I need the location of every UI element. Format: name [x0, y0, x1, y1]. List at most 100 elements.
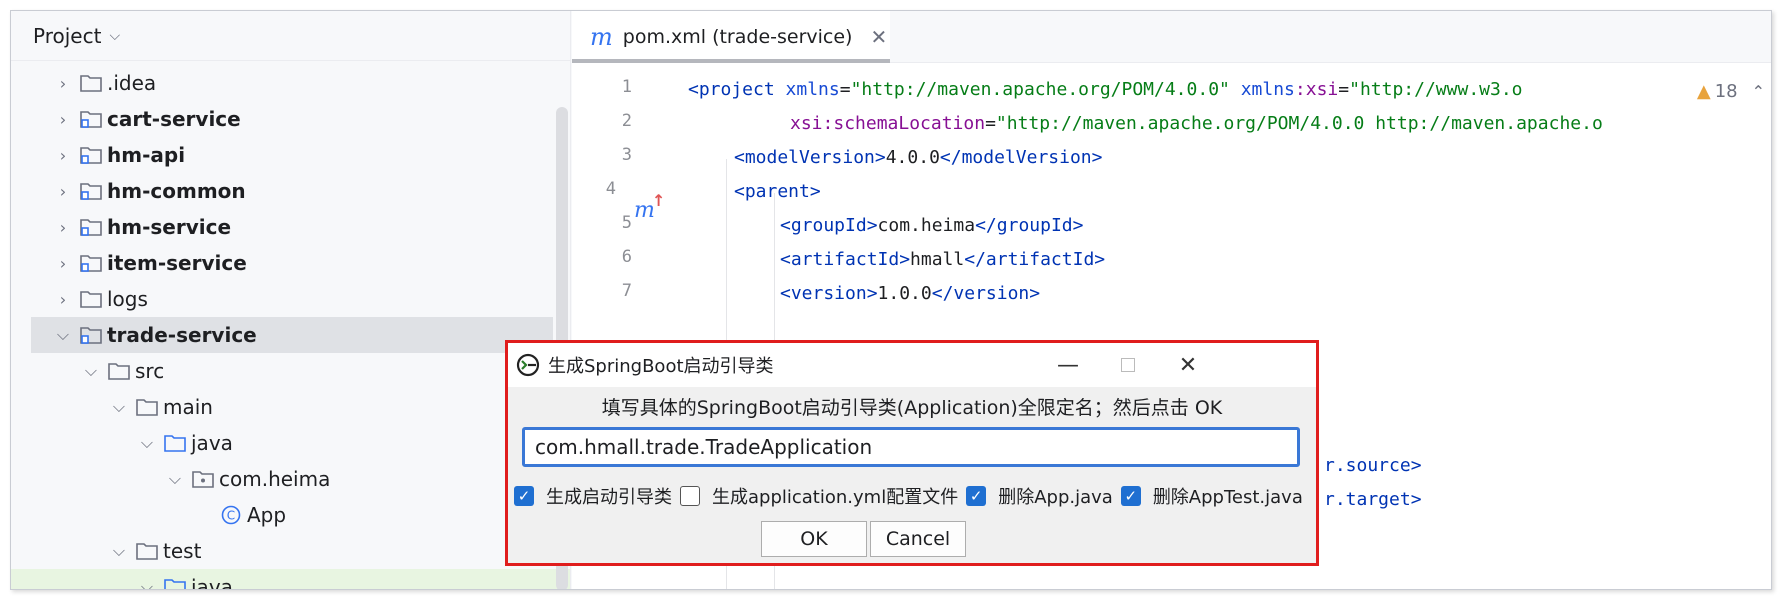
- tree-item-label: src: [135, 359, 165, 383]
- source-folder-icon: [163, 576, 187, 589]
- module-folder-icon: [79, 108, 103, 130]
- line-number: 4: [605, 179, 616, 199]
- maximize-button[interactable]: [1098, 343, 1158, 387]
- chevron-down-icon[interactable]: ⌵: [109, 541, 129, 561]
- tree-item[interactable]: ⌵ main: [11, 389, 561, 425]
- tree-item-label: hm-common: [107, 179, 246, 203]
- tree-item-label: hm-service: [107, 215, 232, 239]
- code-line-fragment: r.source>: [1324, 455, 1422, 476]
- tree-item[interactable]: › cart-service: [11, 101, 561, 137]
- inspection-widget[interactable]: ▲ 18 ⌃: [1686, 81, 1765, 102]
- folder-icon: [135, 396, 159, 418]
- folder-icon: [79, 72, 103, 94]
- tree-item[interactable]: ⌵ trade-service: [31, 317, 553, 353]
- cancel-button[interactable]: Cancel: [870, 521, 966, 557]
- chevron-right-icon[interactable]: ›: [53, 290, 73, 309]
- tree-item[interactable]: › .idea: [11, 65, 561, 101]
- close-icon[interactable]: ✕: [870, 25, 887, 49]
- tree-item-label: logs: [107, 287, 148, 311]
- chevron-right-icon[interactable]: ›: [53, 182, 73, 201]
- code-line-3: <modelVersion>4.0.0</modelVersion>: [734, 147, 1103, 168]
- java-class-icon: C: [219, 504, 243, 526]
- chevron-right-icon[interactable]: ›: [53, 146, 73, 165]
- code-line-fragment: r.target>: [1324, 489, 1422, 510]
- module-folder-icon: [79, 324, 103, 346]
- tree-item[interactable]: ⌵ com.heima: [11, 461, 561, 497]
- tree-item[interactable]: › logs: [11, 281, 561, 317]
- chevron-down-icon[interactable]: ⌵: [137, 577, 157, 589]
- ok-button[interactable]: OK: [761, 521, 867, 557]
- checkbox-checked[interactable]: ✓: [1120, 486, 1141, 506]
- editor-tabbar: m pom.xml (trade-service) ✕: [572, 11, 1771, 63]
- project-panel: Project ⌵ › .idea › cart-service › hm-api › hm-…: [11, 11, 571, 590]
- project-panel-title: Project: [33, 23, 102, 48]
- minimize-button[interactable]: —: [1038, 343, 1098, 387]
- tree-item[interactable]: › hm-common: [11, 173, 561, 209]
- code-line-4: <parent>: [734, 181, 821, 202]
- line-number: 7: [621, 281, 632, 301]
- line-number: 3: [621, 145, 632, 165]
- option-checkbox-row[interactable]: 生成application.yml配置文件: [674, 483, 958, 509]
- code-line-6: <artifactId>hmall</artifactId>: [780, 249, 1106, 270]
- tree-item-label: java: [191, 431, 233, 455]
- tree-item[interactable]: › hm-api: [11, 137, 561, 173]
- package-icon: [191, 468, 215, 490]
- tab-label: pom.xml (trade-service): [622, 26, 853, 48]
- folder-icon: [107, 360, 131, 382]
- option-checkbox-row[interactable]: ✓ 生成启动引导类: [508, 483, 672, 509]
- chevron-right-icon[interactable]: ›: [53, 74, 73, 93]
- tree-item[interactable]: › item-service: [11, 245, 561, 281]
- chevron-right-icon[interactable]: ›: [53, 254, 73, 273]
- project-panel-header[interactable]: Project ⌵: [11, 11, 570, 61]
- chevron-down-icon[interactable]: ⌵: [109, 28, 120, 44]
- option-checkbox-row[interactable]: ✓ 删除App.java: [960, 483, 1113, 509]
- line-number: 6: [621, 247, 632, 267]
- folder-icon: [79, 288, 103, 310]
- warning-count: 18: [1714, 81, 1738, 102]
- chevron-down-icon[interactable]: ⌵: [165, 469, 185, 489]
- chevron-right-icon[interactable]: ›: [53, 110, 73, 129]
- dialog-prompt: 填写具体的SpringBoot启动引导类(Application)全限定名；然后…: [601, 397, 1223, 419]
- tab-pom-xml[interactable]: m pom.xml (trade-service) ✕: [572, 11, 890, 63]
- dialog-title: 生成SpringBoot启动引导类: [548, 356, 774, 377]
- classname-input[interactable]: [522, 427, 1300, 467]
- tree-item-label: test: [163, 539, 202, 563]
- checkbox-checked[interactable]: ✓: [966, 486, 987, 506]
- option-label: 删除AppTest.java: [1152, 487, 1303, 508]
- close-button[interactable]: ✕: [1158, 343, 1218, 387]
- tree-item-label: java: [191, 575, 233, 590]
- chevron-down-icon[interactable]: ⌵: [53, 325, 73, 345]
- line-number: 1: [621, 77, 632, 97]
- checkbox-checked[interactable]: ✓: [514, 486, 534, 506]
- arrow-up-icon: ↑: [652, 191, 666, 210]
- tree-item[interactable]: › hm-service: [11, 209, 561, 245]
- chevron-right-icon[interactable]: ›: [53, 218, 73, 237]
- chevron-up-icon[interactable]: ⌃: [1752, 82, 1765, 101]
- tree-item[interactable]: ⌵ java: [11, 425, 561, 461]
- code-line-1: <project xmlns="http://maven.apache.org/…: [688, 79, 1523, 100]
- line-number: 2: [621, 111, 632, 131]
- dialog-titlebar: 生成SpringBoot启动引导类 — ✕: [508, 343, 1316, 387]
- checkbox-unchecked[interactable]: [680, 486, 700, 506]
- option-label: 删除App.java: [998, 487, 1113, 508]
- tree-item[interactable]: ⌵ test: [11, 533, 561, 569]
- app-logo-icon: [516, 353, 540, 377]
- chevron-down-icon[interactable]: ⌵: [137, 433, 157, 453]
- module-folder-icon: [79, 180, 103, 202]
- maven-icon: m: [590, 23, 613, 51]
- code-line-7: <version>1.0.0</version>: [780, 283, 1041, 304]
- tree-item-label: .idea: [107, 71, 157, 95]
- tree-item[interactable]: ⌵ src: [11, 353, 561, 389]
- tree-item-label: com.heima: [219, 467, 331, 491]
- module-folder-icon: [79, 144, 103, 166]
- source-folder-icon: [163, 432, 187, 454]
- tree-item[interactable]: ⌵ java: [11, 569, 570, 590]
- tree-item-label: hm-api: [107, 143, 186, 167]
- chevron-down-icon[interactable]: ⌵: [81, 361, 101, 381]
- chevron-down-icon[interactable]: ⌵: [109, 397, 129, 417]
- warning-icon: ▲: [1696, 81, 1711, 102]
- option-label: 生成application.yml配置文件: [712, 487, 959, 508]
- option-checkbox-row[interactable]: ✓ 删除AppTest.java: [1115, 483, 1303, 509]
- tree-item[interactable]: C App: [11, 497, 561, 533]
- line-number: 5: [621, 213, 632, 233]
